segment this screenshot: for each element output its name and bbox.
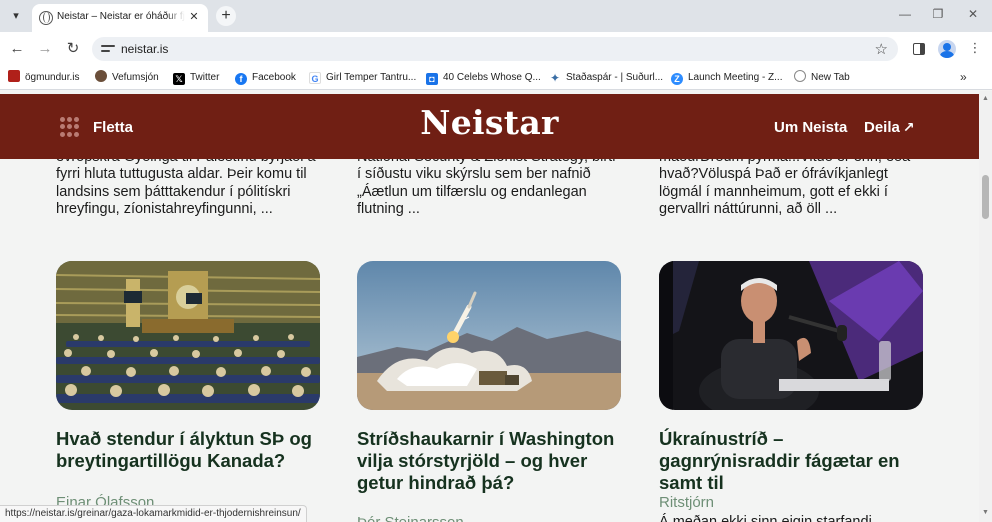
side-panel-icon[interactable] xyxy=(913,43,925,55)
more-menu-icon[interactable]: ⋮ xyxy=(966,40,984,58)
site-info-icon[interactable] xyxy=(101,42,115,56)
article-title[interactable]: Stríðshaukarnir í Washington vilja stórs… xyxy=(357,428,623,494)
reload-icon[interactable]: ↻ xyxy=(63,39,83,59)
new-tab-button[interactable]: + xyxy=(216,6,236,26)
scrollbar-thumb[interactable] xyxy=(982,175,989,219)
back-arrow-icon[interactable]: ← xyxy=(7,39,27,59)
article-excerpt[interactable]: maðurDrðum þyrma...Vituð er enn, eða hva… xyxy=(659,149,925,218)
bookmark-girl-temper[interactable]: G Girl Temper Tantru... xyxy=(309,70,416,86)
blue-square-icon: ◘ xyxy=(426,73,438,85)
profile-avatar-icon[interactable] xyxy=(938,40,956,58)
article-excerpt[interactable]: evrópskra Gyðinga til Palestínu byrjaði … xyxy=(56,149,322,218)
bookmark-launch-meeting[interactable]: Z Launch Meeting - Z... xyxy=(671,70,783,86)
tab-search-chevron-icon[interactable]: ▾ xyxy=(6,6,26,26)
restore-icon[interactable]: ❐ xyxy=(928,7,948,21)
site-header: Fletta Neistar Um Neista Deila ↗ xyxy=(0,94,979,159)
bookmark-stadaspar[interactable]: ✦ Staðaspár - | Suðurl... xyxy=(549,70,663,86)
zoom-icon: Z xyxy=(671,73,683,85)
article-title[interactable]: Hvað stendur í ályktun SÞ og breytingart… xyxy=(56,428,322,472)
bookmark-star-icon[interactable]: ☆ xyxy=(875,40,888,58)
sparkle-icon: ✦ xyxy=(549,71,561,85)
scroll-down-icon[interactable]: ▼ xyxy=(979,509,992,516)
article-excerpt-start[interactable]: Á meðan ekki sinn eigin starfandi xyxy=(659,514,872,522)
ogmundur-favicon-icon xyxy=(8,70,20,82)
article-excerpt[interactable]: National Security & Zionist Strategy, bi… xyxy=(357,149,623,218)
tab-strip: ▾ Neistar – Neistar er óháður fjölmiðill… xyxy=(0,0,992,32)
active-tab[interactable]: Neistar – Neistar er óháður fjölmiðill ✕ xyxy=(32,4,208,32)
bookmark-twitter[interactable]: 𝕏 Twitter xyxy=(173,70,219,86)
article-author[interactable]: Þór Steinarsson xyxy=(357,514,464,522)
browser-toolbar: ← → ↻ neistar.is ☆ ⋮ xyxy=(0,32,992,66)
article-title[interactable]: Úkraínustríð – gagnrýnisraddir fágætar e… xyxy=(659,428,925,494)
address-url[interactable]: neistar.is xyxy=(121,42,168,56)
forward-arrow-icon[interactable]: → xyxy=(35,39,55,59)
bookmarks-overflow-icon[interactable]: » xyxy=(960,70,967,84)
facebook-icon: f xyxy=(235,73,247,85)
bookmarks-bar: ögmundur.is Vefumsjón 𝕏 Twitter f Facebook… xyxy=(0,66,992,90)
google-icon: G xyxy=(309,72,321,84)
bookmark-ogmundur[interactable]: ögmundur.is xyxy=(8,70,79,86)
tab-title: Neistar – Neistar er óháður fjölmiðill xyxy=(57,11,185,22)
bookmark-facebook[interactable]: f Facebook xyxy=(235,70,296,86)
share-label: Deila xyxy=(864,119,900,136)
bookmark-40-celebs[interactable]: ◘ 40 Celebs Whose Q... xyxy=(426,70,541,86)
page-viewport: Fletta Neistar Um Neista Deila↗ evrópskr… xyxy=(0,91,979,522)
page-scrollbar[interactable]: ▲ ▼ xyxy=(979,91,992,522)
article-image-missile-launch[interactable] xyxy=(357,261,621,410)
scroll-up-icon[interactable]: ▲ xyxy=(979,95,992,102)
minimize-icon[interactable]: — xyxy=(895,7,915,21)
bookmark-vefumsjon[interactable]: Vefumsjón xyxy=(95,70,159,86)
person-avatar-icon xyxy=(95,70,107,82)
bookmark-new-tab[interactable]: New Tab xyxy=(794,70,850,86)
address-bar[interactable]: neistar.is ☆ xyxy=(92,37,898,61)
article-image-un-assembly[interactable] xyxy=(56,261,320,410)
x-logo-icon: 𝕏 xyxy=(173,73,185,85)
globe-icon xyxy=(794,70,806,82)
article-author[interactable]: Ritstjórn xyxy=(659,494,714,511)
share-arrow-icon: ↗ xyxy=(902,119,915,135)
article-image-podcast[interactable] xyxy=(659,261,923,410)
about-link[interactable]: Um Neista xyxy=(774,119,847,136)
status-url-bar: https://neistar.is/greinar/gaza-lokamark… xyxy=(0,505,307,522)
tab-close-icon[interactable]: ✕ xyxy=(186,9,202,25)
globe-icon xyxy=(39,11,53,25)
share-link[interactable]: Deila ↗ xyxy=(864,119,915,136)
window-close-icon[interactable]: ✕ xyxy=(963,7,983,21)
